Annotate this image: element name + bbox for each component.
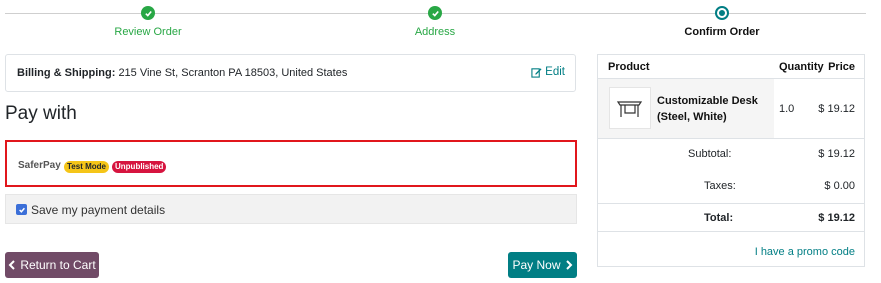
billing-shipping-box: Billing & Shipping: 215 Vine St, Scranto…: [5, 54, 576, 92]
save-payment-checkbox[interactable]: [16, 204, 27, 215]
total-value: $ 19.12: [818, 212, 855, 224]
pay-with-title: Pay with: [5, 103, 77, 124]
edit-icon: [531, 67, 542, 78]
desk-image-icon: [616, 101, 643, 117]
product-name[interactable]: Customizable Desk (Steel, White): [657, 93, 762, 125]
total-label: Total:: [704, 212, 734, 224]
provider-name: SaferPay: [18, 160, 61, 171]
header-price: Price: [828, 61, 855, 73]
edit-billing-link[interactable]: Edit: [531, 66, 565, 78]
billing-text: Billing & Shipping: 215 Vine St, Scranto…: [17, 67, 347, 79]
billing-address: 215 Vine St, Scranton PA 18503, United S…: [118, 67, 348, 79]
save-payment-row: Save my payment details: [5, 194, 577, 224]
taxes-divider: [598, 203, 864, 204]
pay-now-button[interactable]: Pay Now: [508, 252, 577, 278]
taxes-label: Taxes:: [704, 180, 736, 192]
promo-code-link[interactable]: I have a promo code: [755, 246, 855, 258]
step-review-order[interactable]: Review Order: [114, 26, 181, 38]
step-address[interactable]: Address: [415, 26, 455, 38]
chevron-left-icon: [8, 260, 16, 270]
edit-label: Edit: [545, 66, 565, 78]
step-confirm-order: Confirm Order: [684, 26, 760, 38]
return-to-cart-label: Return to Cart: [20, 258, 96, 272]
address-check-icon: [428, 6, 442, 20]
confirm-order-current-icon: [715, 6, 729, 20]
product-row: Customizable Desk (Steel, White): [598, 79, 774, 138]
product-thumbnail: [609, 87, 651, 129]
unpublished-badge: Unpublished: [112, 161, 167, 173]
product-quantity: 1.0: [779, 103, 795, 115]
return-to-cart-button[interactable]: Return to Cart: [5, 252, 99, 278]
taxes-value: $ 0.00: [824, 180, 855, 192]
subtotal-value: $ 19.12: [818, 148, 855, 160]
header-quantity: Quantity: [779, 61, 824, 73]
product-divider: [598, 138, 864, 139]
billing-label: Billing & Shipping:: [17, 67, 116, 79]
chevron-right-icon: [565, 260, 572, 270]
total-divider: [598, 231, 864, 232]
payment-provider-option[interactable]: SaferPay Test Mode Unpublished: [5, 140, 577, 187]
review-order-check-icon: [141, 6, 155, 20]
test-mode-badge: Test Mode: [64, 161, 109, 173]
save-payment-label[interactable]: Save my payment details: [31, 203, 165, 217]
subtotal-label: Subtotal:: [688, 148, 732, 160]
product-price: $ 19.12: [818, 103, 855, 115]
pay-now-label: Pay Now: [512, 258, 561, 272]
header-product: Product: [608, 61, 650, 73]
order-summary: Product Quantity Price Customizable Desk…: [597, 54, 865, 267]
